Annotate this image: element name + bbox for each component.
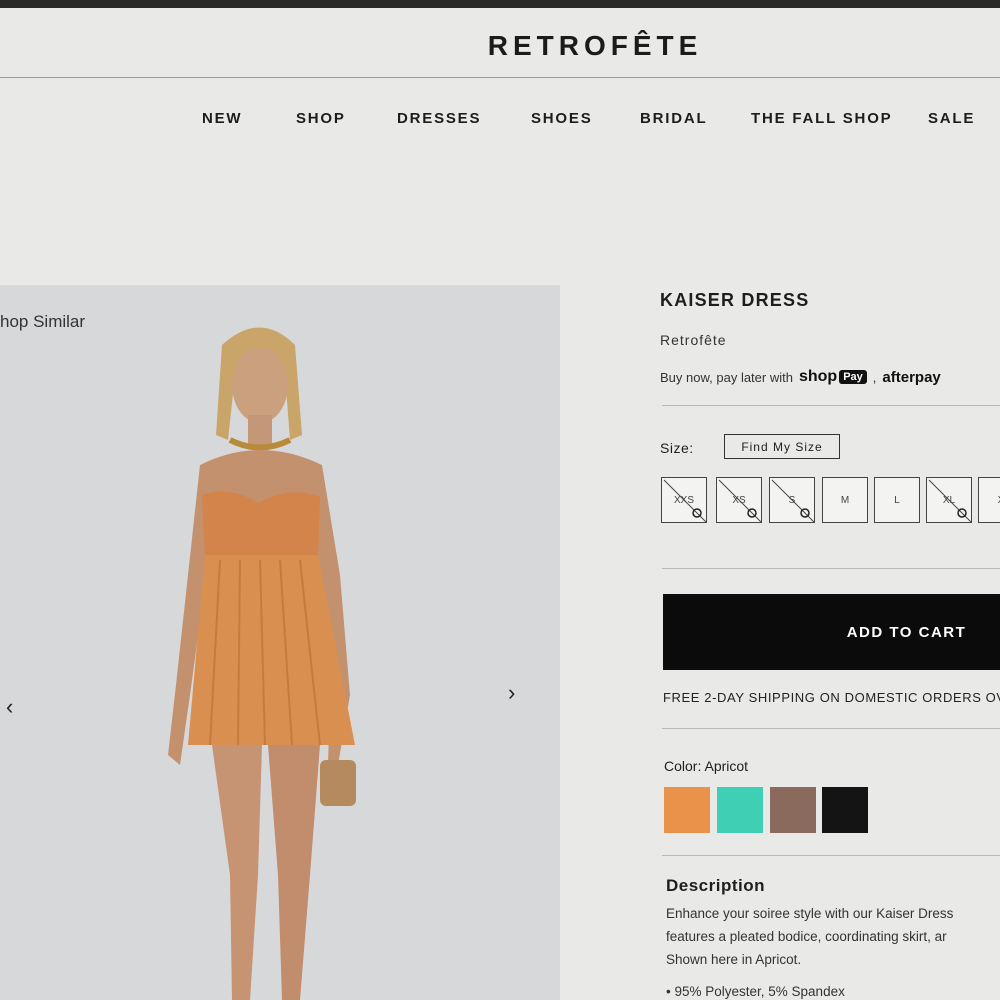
notify-icon: [692, 508, 702, 518]
color-label-text: Color:: [664, 758, 702, 774]
product-vendor[interactable]: Retrofête: [660, 332, 727, 348]
notify-icon: [800, 508, 810, 518]
description-text: Enhance your soiree style with our Kaise…: [666, 902, 1000, 972]
size-option-label: M: [840, 494, 850, 506]
size-option-s[interactable]: S: [769, 477, 815, 523]
header-divider: [0, 77, 1000, 78]
nav-new[interactable]: NEW: [202, 110, 242, 127]
brand-logo[interactable]: RETROFÊTE: [0, 30, 1000, 62]
add-to-cart-button[interactable]: ADD TO CART: [663, 594, 1000, 670]
shop-similar-link[interactable]: hop Similar: [0, 312, 85, 332]
shop-pay-logo[interactable]: shop Pay: [799, 368, 867, 386]
description-line: Enhance your soiree style with our Kaise…: [666, 906, 954, 921]
pay-later-text: Buy now, pay later with: [660, 369, 793, 385]
notify-icon: [957, 508, 967, 518]
nav-shop[interactable]: SHOP: [296, 110, 346, 127]
pay-later-comma: ,: [872, 369, 877, 385]
description-line: features a pleated bodice, coordinating …: [666, 929, 947, 944]
size-option-label: L: [894, 494, 900, 506]
gallery-next-arrow[interactable]: ›: [508, 680, 515, 706]
divider: [662, 568, 1000, 569]
nav-sale[interactable]: SALE: [928, 110, 975, 127]
browser-top-edge: [0, 0, 1000, 8]
pay-later-row: Buy now, pay later with shop Pay , after…: [660, 368, 941, 386]
size-option-l[interactable]: L: [874, 477, 920, 523]
size-option-x[interactable]: X: [978, 477, 1000, 523]
swatch-apricot[interactable]: [664, 787, 710, 833]
nav-shoes[interactable]: SHOES: [531, 110, 593, 127]
fabric-bullet: • 95% Polyester, 5% Spandex: [666, 984, 845, 999]
description-line: Shown here in Apricot.: [666, 952, 802, 967]
shop-pay-shop-text: shop: [798, 368, 838, 385]
size-option-xxs[interactable]: XXS: [661, 477, 707, 523]
nav-dresses[interactable]: DRESSES: [397, 110, 481, 127]
swatch-bronze[interactable]: [770, 787, 816, 833]
divider: [662, 405, 1000, 406]
product-image: [168, 327, 356, 1000]
notify-icon: [747, 508, 757, 518]
description-title[interactable]: Description: [666, 876, 765, 896]
size-label: Size:: [660, 440, 694, 456]
product-title: KAISER DRESS: [660, 290, 810, 310]
size-option-m[interactable]: M: [822, 477, 868, 523]
size-option-xl[interactable]: XL: [926, 477, 972, 523]
gallery-prev-arrow[interactable]: ‹: [6, 694, 13, 720]
find-my-size-button[interactable]: Find My Size: [724, 434, 840, 459]
size-options: XXS XS S M L XL X: [661, 477, 1000, 525]
size-option-xs[interactable]: XS: [716, 477, 762, 523]
nav-bridal[interactable]: BRIDAL: [640, 110, 707, 127]
swatch-teal[interactable]: [717, 787, 763, 833]
nav-the-fall-shop[interactable]: THE FALL SHOP: [751, 110, 892, 127]
main-nav: NEW SHOP DRESSES SHOES BRIDAL THE FALL S…: [0, 110, 1000, 134]
swatch-black[interactable]: [822, 787, 868, 833]
shipping-notice: FREE 2-DAY SHIPPING ON DOMESTIC ORDERS O…: [663, 690, 1000, 705]
shop-pay-pay-text: Pay: [839, 370, 867, 384]
divider: [662, 855, 1000, 856]
afterpay-logo[interactable]: afterpay: [882, 369, 940, 386]
color-label: Color: Apricot: [664, 758, 748, 774]
color-value: Apricot: [704, 758, 749, 774]
divider: [662, 728, 1000, 729]
